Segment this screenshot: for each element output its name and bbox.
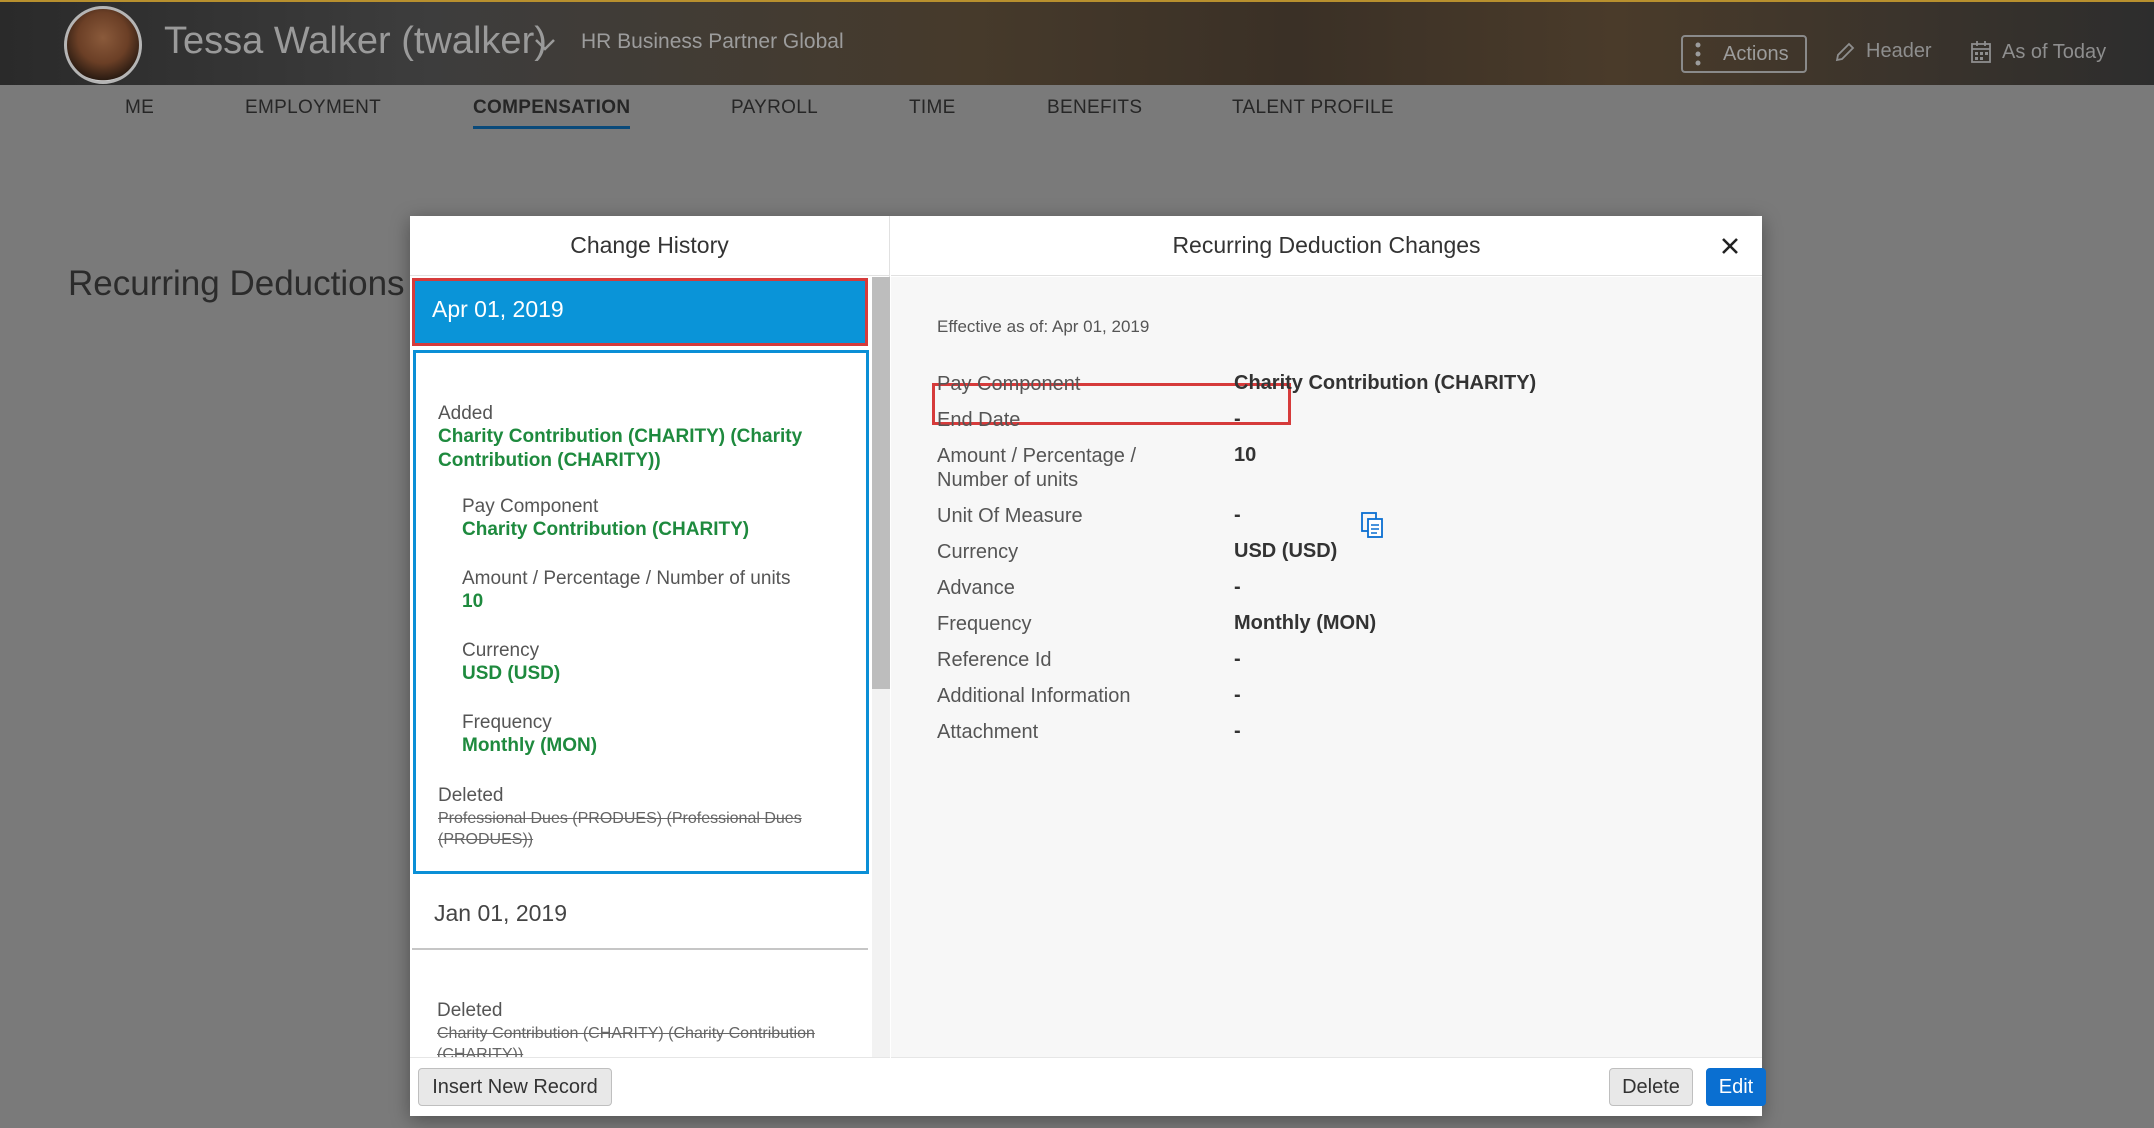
tab-benefits[interactable]: BENEFITS — [1047, 97, 1142, 119]
scrollbar-thumb[interactable] — [872, 277, 890, 689]
detail-label-advance: Advance — [937, 577, 1015, 599]
user-role: HR Business Partner Global — [581, 30, 844, 53]
detail-label-additional-information: Additional Information — [937, 685, 1131, 707]
tab-bar: ME EMPLOYMENT COMPENSATION PAYROLL TIME … — [0, 85, 2154, 135]
recurring-deduction-changes-pane: Recurring Deduction Changes Effective as… — [891, 216, 1766, 1116]
field-label: Pay Component — [462, 496, 599, 517]
header-button[interactable]: Header — [1834, 40, 1932, 63]
as-of-today-label: As of Today — [2002, 40, 2107, 63]
tab-employment[interactable]: EMPLOYMENT — [245, 97, 381, 119]
close-icon[interactable] — [1716, 232, 1744, 260]
added-value: Charity Contribution (CHARITY) (Charity … — [438, 426, 803, 471]
added-label: Added — [438, 403, 493, 424]
avatar[interactable] — [64, 6, 142, 84]
tab-compensation[interactable]: COMPENSATION — [473, 97, 631, 129]
effective-date: Effective as of: Apr 01, 2019 — [937, 317, 1150, 336]
tab-payroll[interactable]: PAYROLL — [731, 97, 818, 119]
pencil-icon — [1835, 42, 1855, 61]
detail-label-pay-component: Pay Component — [937, 373, 1081, 395]
header-label: Header — [1866, 40, 1932, 62]
deleted-label: Deleted — [437, 1000, 503, 1021]
user-name[interactable]: Tessa Walker (twalker) — [164, 20, 547, 63]
history-item[interactable]: Jan 01, 2019 — [412, 880, 868, 950]
change-history-dialog: Change History Apr 01, 2019 Added Charit… — [410, 216, 1766, 1116]
detail-value-additional-information: - — [1234, 684, 1241, 706]
detail-value-currency: USD (USD) — [1234, 540, 1338, 562]
detail-label-frequency: Frequency — [937, 613, 1032, 635]
calendar-icon — [1971, 41, 1991, 63]
detail-label-unit-of-measure: Unit Of Measure — [937, 505, 1083, 527]
chevron-down-icon[interactable] — [530, 30, 560, 60]
history-item-selected[interactable]: Apr 01, 2019 — [412, 278, 868, 346]
as-of-today-button[interactable]: As of Today — [1970, 40, 2106, 64]
left-footer: Insert New Record — [410, 1057, 890, 1116]
change-history-pane: Change History Apr 01, 2019 Added Charit… — [410, 216, 890, 1116]
actions-button[interactable]: Actions — [1681, 35, 1807, 73]
detail-value-attachment: - — [1234, 720, 1241, 742]
detail-value-frequency: Monthly (MON) — [1234, 612, 1377, 634]
history-item-date: Jan 01, 2019 — [434, 900, 568, 926]
more-vertical-icon — [1695, 42, 1701, 66]
field-value: Charity Contribution (CHARITY) — [462, 519, 750, 540]
change-history-title: Change History — [410, 216, 889, 276]
detail-value-reference-id: - — [1234, 648, 1241, 670]
detail-value-advance: - — [1234, 576, 1241, 598]
actions-label: Actions — [1723, 42, 1789, 65]
right-footer: Delete Edit — [891, 1057, 1766, 1116]
detail-label-amount: Amount / Percentage / Number of units — [937, 445, 1137, 491]
field-label: Frequency — [462, 712, 552, 733]
deleted-label: Deleted — [438, 785, 504, 806]
detail-label-currency: Currency — [937, 541, 1019, 563]
section-title: Recurring Deductions — [68, 264, 405, 303]
detail-value-amount: 10 — [1234, 444, 1257, 466]
insert-new-record-button[interactable]: Insert New Record — [418, 1068, 612, 1106]
detail-label-attachment: Attachment — [937, 721, 1039, 743]
detail-value-pay-component: Charity Contribution (CHARITY) — [1234, 372, 1537, 394]
tab-time[interactable]: TIME — [909, 97, 956, 119]
edit-button[interactable]: Edit — [1706, 1068, 1766, 1106]
tab-me[interactable]: ME — [125, 97, 154, 119]
deleted-value: Professional Dues (PRODUES) (Professiona… — [438, 810, 802, 848]
detail-value-unit-of-measure: - — [1234, 504, 1241, 526]
detail-label-end-date: End Date — [937, 409, 1021, 431]
delete-button[interactable]: Delete — [1609, 1068, 1693, 1106]
detail-body: Effective as of: Apr 01, 2019 Pay Compon… — [891, 277, 1762, 1057]
recurring-deduction-changes-title: Recurring Deduction Changes — [891, 216, 1762, 276]
shell-header: Tessa Walker (twalker) HR Business Partn… — [0, 0, 2154, 85]
tab-talent-profile[interactable]: TALENT PROFILE — [1232, 97, 1394, 119]
copy-icon[interactable] — [1360, 511, 1384, 539]
detail-value-end-date: - — [1234, 408, 1241, 430]
field-value: 10 — [462, 591, 484, 612]
field-value: USD (USD) — [462, 663, 561, 684]
field-label: Amount / Percentage / Number of units — [462, 568, 791, 589]
field-value: Monthly (MON) — [462, 735, 598, 756]
history-item-details: Added Charity Contribution (CHARITY) (Ch… — [413, 350, 869, 874]
detail-label-reference-id: Reference Id — [937, 649, 1052, 671]
field-label: Currency — [462, 640, 540, 661]
deleted-value: Charity Contribution (CHARITY) (Charity … — [437, 1025, 815, 1057]
